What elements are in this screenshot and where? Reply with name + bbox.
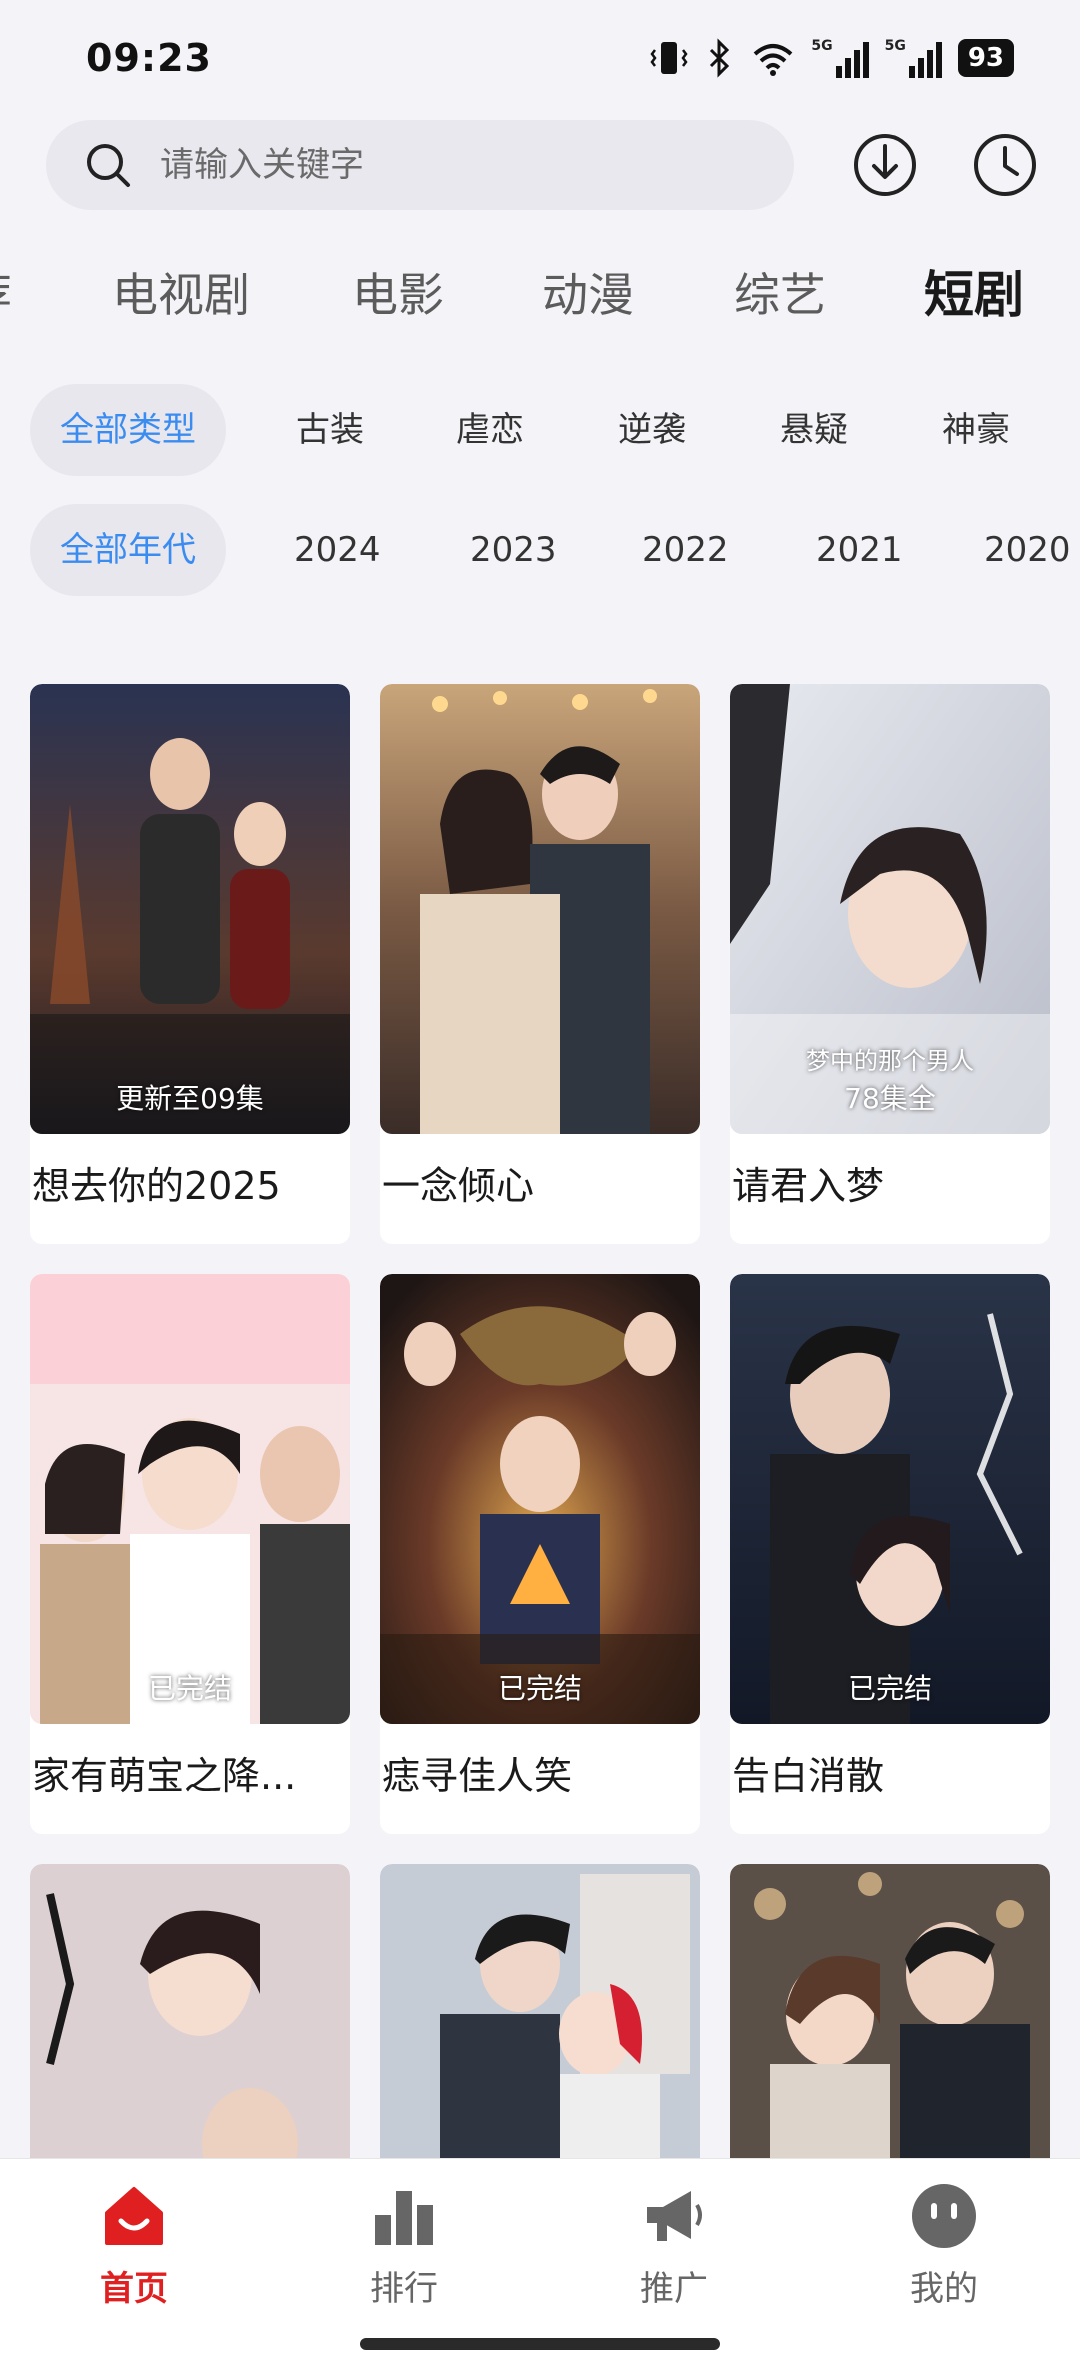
poster-subtitle: 梦中的那个男人	[806, 1047, 974, 1075]
nav-ranking-label: 排行	[370, 2269, 438, 2309]
signal-label-1: 5G	[811, 38, 833, 54]
nav-home[interactable]: 首页	[34, 2181, 234, 2310]
episode-status-tag: 更新至09集	[116, 1082, 264, 1115]
vibrate-icon	[650, 42, 688, 74]
tab-short-drama[interactable]: 短剧	[924, 255, 1024, 335]
signal-bar	[917, 58, 924, 78]
filter-year-2022[interactable]: 2022	[642, 504, 729, 596]
signal-bar	[844, 58, 851, 78]
filter-genre-tycoon[interactable]: 神豪	[942, 384, 1010, 476]
poster-image	[380, 684, 700, 1134]
signal-5g-icon-1: 5G	[811, 38, 869, 78]
drama-title: 痣寻佳人笑	[382, 1754, 573, 1798]
genre-filter-row: 全部类型 古装 虐恋 逆袭 悬疑 神豪	[0, 384, 1080, 476]
drama-card[interactable]: 更新至09集 想去你的2025	[30, 684, 350, 1244]
history-clock-icon[interactable]	[970, 130, 1040, 200]
drama-title: 一念倾心	[382, 1164, 535, 1208]
nav-profile-label: 我的	[910, 2269, 978, 2309]
episode-status-tag: 已完结	[497, 1672, 582, 1705]
status-time: 09:23	[86, 36, 212, 80]
tab-tv-series[interactable]: 电视剧	[112, 255, 250, 335]
search-row	[0, 120, 1080, 212]
battery-indicator: 93	[957, 39, 1014, 77]
filter-year-2024[interactable]: 2024	[294, 504, 381, 596]
app-screen: 09:23 5G 5G 93 请输入关键字 电视剧 电影 动漫 综艺 短剧 全部…	[0, 0, 1080, 2374]
download-icon[interactable]	[850, 130, 920, 200]
tab-variety[interactable]: 综艺	[734, 255, 826, 335]
drama-card[interactable]: 一念倾心	[380, 684, 700, 1244]
poster-image: 梦中的那个男人 78集全	[730, 684, 1050, 1134]
filter-genre-romance[interactable]: 虐恋	[456, 384, 524, 476]
ranking-icon	[375, 2191, 433, 2245]
nav-home-label: 首页	[100, 2269, 168, 2309]
episode-status-tag: 已完结	[147, 1672, 232, 1705]
tab-anime[interactable]: 动漫	[542, 255, 634, 335]
nav-ranking[interactable]: 排行	[304, 2181, 504, 2310]
poster-image: 已完结	[30, 1274, 350, 1724]
drama-card[interactable]: 已完结 痣寻佳人笑	[380, 1274, 700, 1834]
filter-year-2023[interactable]: 2023	[470, 504, 557, 596]
drama-title: 告白消散	[732, 1754, 885, 1798]
drama-title: 请君入梦	[732, 1164, 885, 1208]
drama-card[interactable]: 已完结 告白消散	[730, 1274, 1050, 1834]
search-icon	[87, 144, 130, 187]
nav-profile[interactable]: 我的	[844, 2181, 1044, 2310]
episode-status-tag: 已完结	[847, 1672, 932, 1705]
year-filter-row: 全部年代 2024 2023 2022 2021 2020	[0, 504, 1080, 596]
filter-genre-comeback[interactable]: 逆袭	[618, 384, 686, 476]
filter-genre-costume[interactable]: 古装	[296, 384, 364, 476]
drama-card[interactable]: 梦中的那个男人 78集全 请君入梦	[730, 684, 1050, 1244]
signal-bar	[862, 42, 869, 78]
nav-promote[interactable]: 推广	[574, 2181, 774, 2310]
poster-image: 更新至09集	[30, 684, 350, 1134]
drama-title: 家有萌宝之降...	[32, 1754, 297, 1798]
wifi-icon	[754, 44, 793, 76]
filter-year-2020[interactable]: 2020	[984, 504, 1071, 596]
drama-title: 想去你的2025	[32, 1164, 281, 1208]
signal-5g-icon-2: 5G	[885, 38, 942, 78]
poster-image: 已完结	[380, 1274, 700, 1724]
episode-status-tag: 78集全	[844, 1082, 936, 1115]
signal-label-2: 5G	[884, 38, 906, 54]
tab-recommend[interactable]: 荐	[0, 255, 12, 335]
filter-genre-all[interactable]: 全部类型	[30, 384, 226, 476]
search-box[interactable]	[46, 120, 794, 210]
bluetooth-icon	[710, 38, 730, 78]
megaphone-icon	[647, 2191, 702, 2241]
signal-bar	[935, 42, 942, 78]
drama-card[interactable]: 已完结 家有萌宝之降...	[30, 1274, 350, 1834]
status-bar: 09:23 5G 5G 93	[0, 0, 1080, 120]
filter-year-2021[interactable]: 2021	[816, 504, 903, 596]
status-icons: 5G 5G 93	[649, 36, 1014, 80]
tab-movie[interactable]: 电影	[352, 255, 444, 335]
filter-genre-mystery[interactable]: 悬疑	[780, 384, 848, 476]
signal-bar	[853, 50, 860, 78]
poster-image: 已完结	[730, 1274, 1050, 1724]
signal-bar	[908, 66, 915, 78]
home-icon	[105, 2187, 163, 2245]
home-indicator-bar[interactable]	[360, 2338, 720, 2350]
filter-year-all[interactable]: 全部年代	[30, 504, 226, 596]
nav-promote-label: 推广	[640, 2269, 708, 2309]
category-tabs: 荐 电视剧 电影 动漫 综艺 短剧	[0, 255, 1080, 335]
profile-icon	[912, 2184, 976, 2248]
signal-bar	[835, 66, 842, 78]
signal-bar	[926, 50, 933, 78]
search-input[interactable]	[160, 145, 720, 185]
